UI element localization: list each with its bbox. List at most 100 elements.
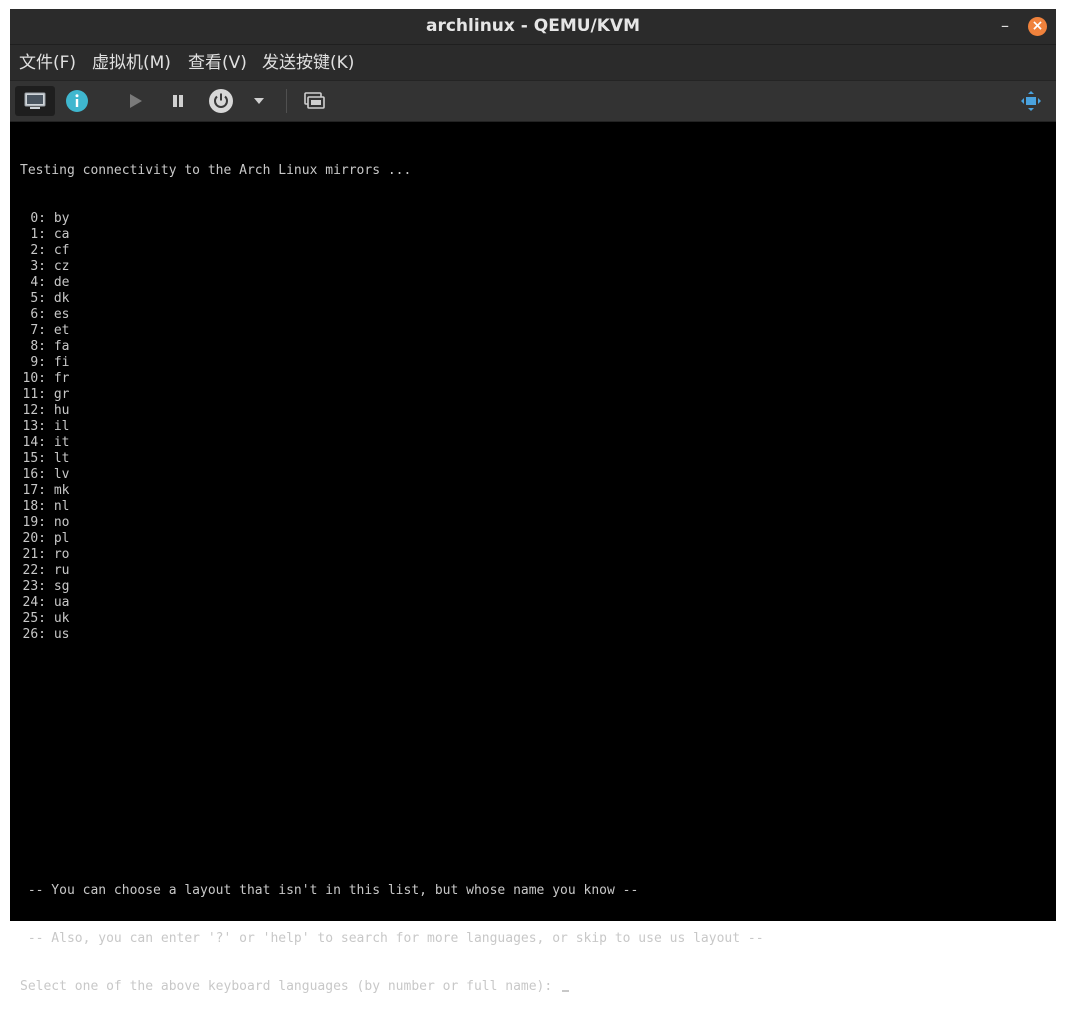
layout-index: 1:	[30, 227, 46, 242]
layout-index: 23:	[22, 579, 46, 594]
layout-code: us	[53, 627, 70, 642]
layout-code: cf	[53, 243, 70, 258]
layout-index: 11:	[22, 387, 46, 402]
layout-list-item: 25: uk	[20, 611, 411, 627]
layout-list-item: 7: et	[20, 323, 411, 339]
layout-index: 3:	[30, 259, 46, 274]
layout-list: 0: by 1: ca 2: cf 3: cz 4: de 5: dk 6: es 7: et…	[20, 211, 411, 643]
menu-bar: 文件(F) 虚拟机(M) 查看(V) 发送按键(K)	[10, 45, 1056, 81]
layout-list-item: 9: fi	[20, 355, 411, 371]
toolbar-separator	[286, 89, 287, 113]
layout-index: 9:	[30, 355, 46, 370]
layout-list-item: 13: il	[20, 419, 411, 435]
layout-code: pl	[53, 531, 70, 546]
shutdown-menu-button[interactable]	[248, 86, 270, 116]
layout-list-item: 2: cf	[20, 243, 411, 259]
layout-index: 7:	[30, 323, 46, 338]
layout-index: 4:	[30, 275, 46, 290]
layout-list-item: 16: lv	[20, 467, 411, 483]
title-bar[interactable]: archlinux - QEMU/KVM – ×	[10, 9, 1056, 45]
pause-icon	[173, 95, 183, 107]
layout-index: 8:	[30, 339, 46, 354]
fullscreen-icon	[1021, 91, 1041, 111]
menu-send-key[interactable]: 发送按键(K)	[262, 45, 354, 81]
layout-code: ro	[53, 547, 70, 562]
layout-list-item: 8: fa	[20, 339, 411, 355]
toolbar	[10, 81, 1056, 123]
layout-index: 15:	[22, 451, 46, 466]
dropdown-arrow-icon	[254, 98, 264, 104]
hint-line-2: -- Also, you can enter '?' or 'help' to …	[20, 931, 764, 946]
info-icon	[66, 90, 88, 112]
window-title: archlinux - QEMU/KVM	[426, 16, 640, 36]
prompt-line[interactable]: Select one of the above keyboard languag…	[20, 979, 764, 995]
terminal-output: Testing connectivity to the Arch Linux m…	[20, 131, 411, 675]
layout-code: cz	[53, 259, 70, 274]
console-button[interactable]	[15, 86, 55, 116]
layout-list-item: 23: sg	[20, 579, 411, 595]
console-icon	[24, 92, 46, 109]
layout-code: ru	[53, 563, 70, 578]
vm-window: archlinux - QEMU/KVM – × 文件(F) 虚拟机(M) 查看…	[10, 9, 1056, 994]
layout-list-item: 15: lt	[20, 451, 411, 467]
details-button[interactable]	[62, 86, 92, 116]
menu-vm[interactable]: 虚拟机(M)	[92, 45, 171, 81]
layout-index: 21:	[22, 547, 46, 562]
layout-code: by	[53, 211, 70, 226]
layout-list-item: 22: ru	[20, 563, 411, 579]
text-cursor	[562, 990, 570, 992]
terminal-header: Testing connectivity to the Arch Linux m…	[20, 163, 412, 178]
screenshot-icon	[304, 92, 325, 109]
layout-code: sg	[53, 579, 70, 594]
layout-list-item: 0: by	[20, 211, 411, 227]
layout-code: no	[53, 515, 70, 530]
layout-index: 25:	[22, 611, 46, 626]
layout-code: fa	[53, 339, 70, 354]
power-icon	[209, 89, 233, 113]
layout-code: lt	[53, 451, 70, 466]
run-button[interactable]	[120, 86, 150, 116]
layout-list-item: 1: ca	[20, 227, 411, 243]
snapshot-button[interactable]	[299, 86, 329, 116]
layout-index: 14:	[22, 435, 46, 450]
layout-index: 13:	[22, 419, 46, 434]
menu-view[interactable]: 查看(V)	[188, 45, 247, 81]
layout-code: et	[53, 323, 70, 338]
minimize-button[interactable]: –	[998, 18, 1012, 36]
layout-list-item: 26: us	[20, 627, 411, 643]
layout-list-item: 14: it	[20, 435, 411, 451]
shutdown-button[interactable]	[206, 86, 236, 116]
layout-index: 2:	[30, 243, 46, 258]
layout-list-item: 10: fr	[20, 371, 411, 387]
layout-list-item: 3: cz	[20, 259, 411, 275]
layout-list-item: 5: dk	[20, 291, 411, 307]
hint-line-1: -- You can choose a layout that isn't in…	[20, 883, 639, 898]
layout-index: 0:	[30, 211, 46, 226]
layout-list-item: 17: mk	[20, 483, 411, 499]
pause-button[interactable]	[163, 86, 193, 116]
layout-list-item: 11: gr	[20, 387, 411, 403]
layout-code: uk	[53, 611, 70, 626]
menu-file[interactable]: 文件(F)	[19, 45, 76, 81]
layout-code: lv	[53, 467, 70, 482]
layout-list-item: 12: hu	[20, 403, 411, 419]
layout-index: 17:	[22, 483, 46, 498]
layout-code: il	[53, 419, 70, 434]
layout-index: 19:	[22, 515, 46, 530]
layout-list-item: 24: ua	[20, 595, 411, 611]
close-button[interactable]: ×	[1028, 17, 1047, 36]
layout-code: es	[53, 307, 70, 322]
terminal-prompt-area: -- You can choose a layout that isn't in…	[20, 851, 764, 1027]
layout-code: fi	[53, 355, 70, 370]
layout-index: 20:	[22, 531, 46, 546]
vm-console-screen[interactable]: Testing connectivity to the Arch Linux m…	[10, 122, 1056, 994]
layout-index: 5:	[30, 291, 46, 306]
layout-list-item: 20: pl	[20, 531, 411, 547]
run-icon	[130, 94, 142, 108]
layout-code: ca	[53, 227, 70, 242]
layout-index: 6:	[30, 307, 46, 322]
layout-list-item: 19: no	[20, 515, 411, 531]
layout-index: 12:	[22, 403, 46, 418]
layout-list-item: 18: nl	[20, 499, 411, 515]
fullscreen-button[interactable]	[1016, 86, 1046, 116]
